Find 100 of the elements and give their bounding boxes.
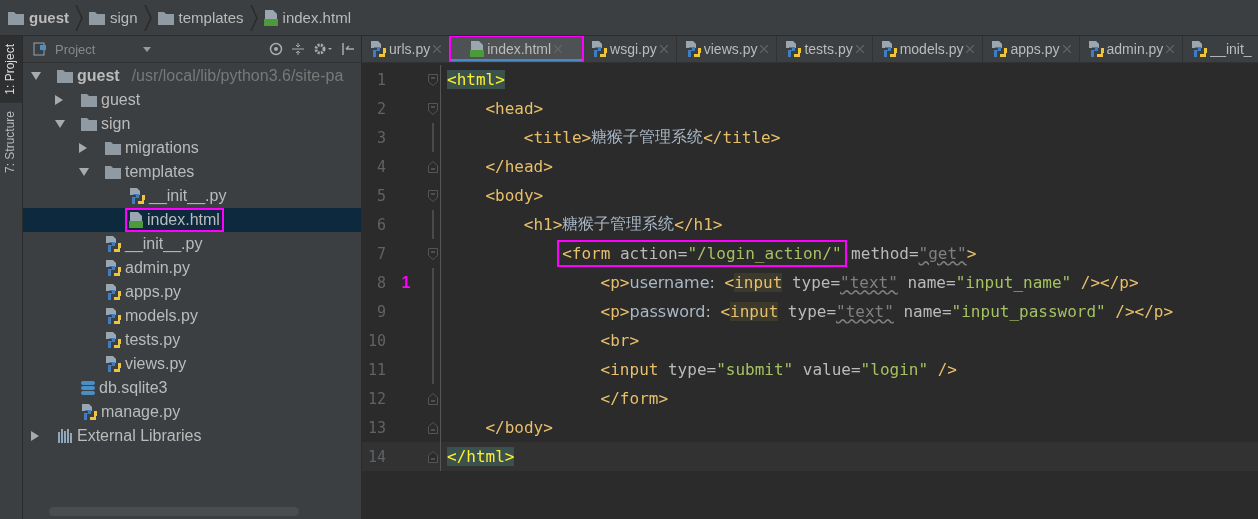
tree-row[interactable]: sign	[23, 112, 361, 136]
tree-item-label[interactable]: index.html	[147, 211, 220, 229]
collapse-icon[interactable]	[291, 42, 305, 56]
close-icon[interactable]	[433, 45, 442, 53]
code-token: type=	[668, 360, 717, 379]
breadcrumb-item[interactable]: index.html	[282, 9, 351, 26]
tree-row[interactable]: templates	[23, 160, 361, 184]
tree-item-label[interactable]: models.py	[125, 307, 198, 325]
editor-tab[interactable]: views.py	[676, 36, 778, 62]
line-number: 5	[375, 186, 386, 205]
python-file-icon	[1087, 41, 1104, 57]
tree-row[interactable]: __init__.py	[23, 232, 361, 256]
close-icon[interactable]	[1062, 45, 1071, 53]
close-icon[interactable]	[966, 45, 975, 53]
python-file-icon	[129, 188, 145, 204]
project-icon	[33, 42, 47, 56]
code-token: </form>	[600, 389, 669, 408]
code-token: <p>	[600, 302, 630, 321]
tree-row[interactable]: apps.py	[23, 280, 361, 304]
tree-item-label[interactable]: apps.py	[125, 283, 182, 301]
hide-panel-icon[interactable]	[341, 42, 355, 56]
breadcrumb-item[interactable]: templates	[178, 9, 244, 26]
collapsed-arrow-icon[interactable]	[31, 431, 39, 441]
tree-item-label[interactable]: db.sqlite3	[99, 379, 168, 397]
tree-item-label[interactable]: guest	[77, 67, 120, 85]
python-file-icon	[1191, 41, 1208, 57]
tree-item-label[interactable]: __init__.py	[149, 187, 227, 205]
line-number: 9	[375, 302, 386, 321]
fold-icon[interactable]	[428, 189, 438, 202]
code-token: "login"	[860, 360, 929, 379]
editor-tab[interactable]: __init_	[1183, 36, 1258, 62]
close-icon[interactable]	[855, 45, 864, 53]
expanded-arrow-icon[interactable]	[79, 168, 89, 176]
tree-row[interactable]: manage.py	[23, 400, 361, 424]
tree-item-label[interactable]: manage.py	[101, 403, 181, 421]
expanded-arrow-icon[interactable]	[31, 72, 41, 80]
code-token: input	[730, 302, 779, 321]
fold-icon[interactable]	[428, 73, 438, 86]
tree-row[interactable]: admin.py	[23, 256, 361, 280]
unfold-icon[interactable]	[428, 421, 438, 434]
tree-item-label[interactable]: templates	[125, 163, 195, 181]
tool-window-tab[interactable]: 7: Structure	[0, 102, 22, 181]
tree-row[interactable]: tests.py	[23, 328, 361, 352]
tree-row[interactable]: index.html	[23, 208, 361, 232]
close-icon[interactable]	[760, 45, 769, 53]
tree-row[interactable]: guest	[23, 88, 361, 112]
tree-row[interactable]: __init__.py	[23, 184, 361, 208]
close-icon[interactable]	[659, 45, 668, 53]
dropdown-caret-icon[interactable]	[143, 46, 152, 52]
panel-title: Project	[55, 41, 96, 57]
code-token: </html>	[447, 447, 515, 466]
editor-tab[interactable]: admin.py	[1079, 36, 1184, 62]
line-number: 10	[366, 331, 386, 350]
fold-icon[interactable]	[428, 102, 438, 115]
tree-row[interactable]: views.py	[23, 352, 361, 376]
breadcrumb-item[interactable]: guest	[29, 9, 69, 26]
python-file-icon	[684, 41, 701, 57]
tree-item-label[interactable]: views.py	[125, 355, 187, 373]
library-icon	[57, 429, 73, 443]
locate-icon[interactable]	[269, 42, 283, 56]
expanded-arrow-icon[interactable]	[55, 120, 65, 128]
unfold-icon[interactable]	[428, 392, 438, 405]
tree-item-label[interactable]: migrations	[125, 139, 199, 157]
tree-row[interactable]: guest /usr/local/lib/python3.6/site-pa	[23, 64, 361, 88]
unfold-icon[interactable]	[428, 160, 438, 173]
line-number: 4	[375, 157, 386, 176]
collapsed-arrow-icon[interactable]	[55, 95, 63, 105]
tree-item-label[interactable]: sign	[101, 115, 131, 133]
tree-item-label[interactable]: admin.py	[125, 259, 190, 277]
highlight-frame: <form action="/login_action/"	[557, 240, 847, 267]
editor-tab[interactable]: apps.py	[983, 36, 1080, 62]
database-icon	[81, 380, 95, 396]
tree-item-label[interactable]: __init__.py	[125, 235, 203, 253]
line-number: 6	[375, 215, 386, 234]
editor-tab[interactable]: models.py	[872, 36, 984, 62]
editor-tab[interactable]: index.html	[450, 36, 584, 62]
collapsed-arrow-icon[interactable]	[79, 143, 87, 153]
code-token: <body>	[485, 186, 544, 205]
code-token: <head>	[485, 99, 544, 118]
python-file-icon	[105, 260, 121, 276]
tool-window-tab[interactable]: 1: Project	[0, 36, 22, 103]
tree-item-label[interactable]: guest	[101, 91, 141, 109]
close-icon[interactable]	[1166, 45, 1175, 53]
tree-row[interactable]: migrations	[23, 136, 361, 160]
python-file-icon	[105, 332, 121, 348]
tree-row[interactable]: External Libraries	[23, 424, 361, 448]
editor-tab[interactable]: tests.py	[777, 36, 873, 62]
tree-item-label[interactable]: External Libraries	[77, 427, 202, 445]
tree-row[interactable]: db.sqlite3	[23, 376, 361, 400]
settings-icon[interactable]	[313, 42, 333, 56]
tree-item-label[interactable]: tests.py	[125, 331, 181, 349]
unfold-icon[interactable]	[428, 450, 438, 463]
python-file-icon	[105, 308, 121, 324]
breadcrumb-item[interactable]: sign	[110, 9, 138, 26]
python-file-icon	[370, 41, 386, 57]
folder-icon	[8, 10, 24, 25]
tree-row[interactable]: models.py	[23, 304, 361, 328]
fold-icon[interactable]	[428, 247, 438, 260]
editor-tab[interactable]: wsgi.py	[583, 36, 677, 62]
code-token: 糖猴子管理系统	[591, 127, 704, 148]
